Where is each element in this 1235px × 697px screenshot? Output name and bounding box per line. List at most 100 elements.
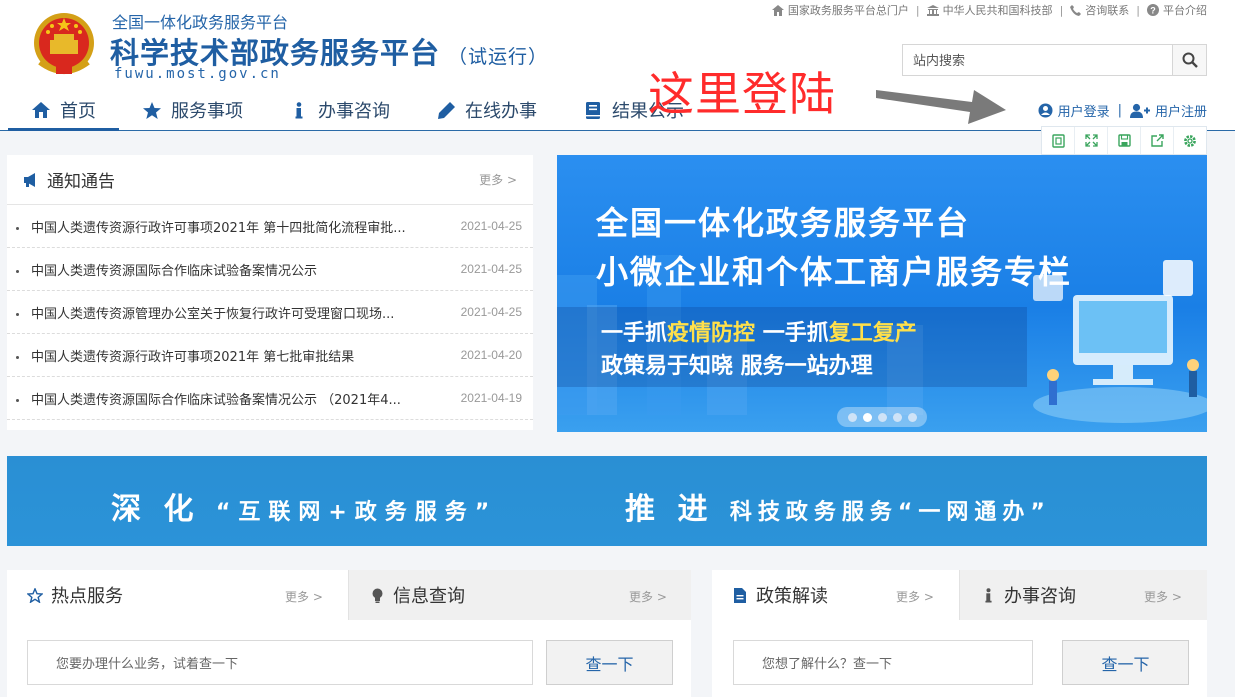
notice-item-title: 中国人类遗传资源行政许可事项2021年 第十四批简化流程审批... [31,220,406,236]
accessibility-toolbar [1041,126,1207,155]
user-links: 用户登录 | 用户注册 [1038,101,1207,120]
notice-item-date: 2021-04-25 [460,305,522,319]
phone-icon [1070,4,1082,16]
site-search-input[interactable] [903,45,1172,75]
banner-line3-d: 复工复产 [828,321,917,346]
bullet [16,227,19,230]
banner-line2: 小微企业和个体工商户服务专栏 [596,253,1073,291]
reader-button[interactable] [1042,127,1075,154]
top-links: 国家政务服务平台总门户 | 中华人民共和国科技部 | 咨询联系 | ? 平台介绍 [771,2,1207,18]
nav-item-home[interactable]: 首页 [8,92,119,131]
nav-item-consult-label: 办事咨询 [318,101,390,122]
book-icon [583,101,603,119]
notice-item[interactable]: 中国人类遗传资源行政许可事项2021年 第七批审批结果 2021-04-20 [7,334,533,377]
document-icon [732,587,748,603]
bullet [16,270,19,273]
hot-services-search: 您要办理什么业务，试着查一下 查一下 [27,640,673,685]
star-icon [142,101,162,119]
carousel-indicators [837,407,927,427]
notice-item-title: 中国人类遗传资源国际合作临床试验备案情况公示 [31,263,318,279]
carousel-dot[interactable] [907,412,917,422]
tab-policy-label: 政策解读 [756,586,828,607]
share-button[interactable] [1141,127,1174,154]
tab-consult[interactable]: 办事咨询 更多 > [959,570,1207,620]
user-plus-icon [1129,103,1150,118]
notice-item-title: 中国人类遗传资源国际合作临床试验备案情况公示 （2021年4... [31,392,401,408]
bank-icon [926,4,939,16]
tab-info-query-label: 信息查询 [393,586,465,607]
notice-item[interactable]: 中国人类遗传资源国际合作临床试验备案情况公示 2021-04-25 [7,248,533,291]
bullet [16,399,19,402]
share-icon [1150,134,1164,147]
annotation-login-here: 这里登陆 [648,67,836,121]
trial-label: （试运行） [448,46,549,68]
notice-panel: 通知通告 更多 > 中国人类遗传资源行政许可事项2021年 第十四批简化流程审批… [7,155,533,430]
save-icon [1117,134,1131,147]
info-query-more-link[interactable]: 更多 > [629,588,667,605]
separator: | [1059,3,1064,17]
notice-item-title: 中国人类遗传资源行政许可事项2021年 第七批审批结果 [31,349,355,365]
hot-services-search-input[interactable]: 您要办理什么业务，试着查一下 [27,640,533,685]
register-link[interactable]: 用户注册 [1129,101,1207,120]
hot-services-search-button[interactable]: 查一下 [546,640,673,685]
policy-search: 您想了解什么？查一下 查一下 [733,640,1189,685]
toplink-gov-portal[interactable]: 国家政务服务平台总门户 [771,2,909,18]
slogan-part2-small: 科技政务服务“一网通办” [729,500,1051,525]
bullet [16,356,19,359]
megaphone-icon [24,172,35,187]
login-link-label: 用户登录 [1057,105,1110,120]
fullscreen-button[interactable] [1075,127,1108,154]
tab-info-query[interactable]: 信息查询 更多 > [348,570,691,620]
toplink-most-label: 中华人民共和国科技部 [942,4,1053,17]
notice-more-link[interactable]: 更多 > [479,171,517,188]
carousel-dot[interactable] [877,412,887,422]
carousel-dot[interactable] [892,412,902,422]
policy-more-link[interactable]: 更多 > [896,588,934,605]
save-button[interactable] [1108,127,1141,154]
info-icon [289,101,309,119]
user-circle-icon [1038,103,1053,118]
notice-item-title: 中国人类遗传资源管理办公室关于恢复行政许可受理窗口现场... [31,306,395,322]
separator: | [1136,3,1140,17]
tab-policy[interactable]: 政策解读 更多 > [712,570,959,620]
national-emblem-logo[interactable] [30,10,98,80]
hot-services-more-link[interactable]: 更多 > [285,588,323,605]
settings-button[interactable] [1174,127,1206,154]
nav-item-services[interactable]: 服务事项 [119,92,266,128]
register-link-label: 用户注册 [1154,105,1207,120]
toplink-most[interactable]: 中华人民共和国科技部 [926,2,1053,18]
notice-item[interactable]: 中国人类遗传资源行政许可事项2021年 第十四批简化流程审批... 2021-04… [7,205,533,248]
policy-search-input[interactable]: 您想了解什么？查一下 [733,640,1033,685]
notice-panel-title: 通知通告 [47,172,115,192]
nav-item-online[interactable]: 在线办事 [413,92,560,128]
carousel-dot-active[interactable] [862,412,872,422]
policy-tabs: 政策解读 更多 > 办事咨询 更多 > [712,570,1207,620]
nav-item-consult[interactable]: 办事咨询 [266,92,413,128]
tab-hot-services[interactable]: 热点服务 更多 > [7,570,348,620]
notice-item-date: 2021-04-25 [460,219,522,233]
settings-icon [1184,134,1196,147]
banner-line4: 政策易于知晓 服务一站办理 [601,354,873,379]
search-button[interactable] [1172,45,1206,75]
tab-consult-label: 办事咨询 [1004,586,1076,607]
banner-line3-c: 一手抓 [755,321,829,346]
notice-item-date: 2021-04-25 [460,262,522,276]
toplink-about[interactable]: ? 平台介绍 [1147,2,1207,18]
site-header: 全国一体化政务服务平台 科学技术部政务服务平台 （试运行） fuwu.most.g… [0,0,1235,131]
banner-line3-a: 一手抓 [601,321,668,346]
service-illustration [1033,260,1207,423]
banner-line3: 一手抓疫情防控 一手抓复工复产 [601,315,917,347]
notice-item[interactable]: 中国人类遗传资源管理办公室关于恢复行政许可受理窗口现场... 2021-04-25 [7,291,533,334]
toplink-contact[interactable]: 咨询联系 [1070,2,1129,18]
notice-item-date: 2021-04-19 [460,391,522,405]
toplink-gov-portal-label: 国家政务服务平台总门户 [787,4,909,17]
login-link[interactable]: 用户登录 [1038,101,1110,120]
carousel-dot[interactable] [847,412,857,422]
notice-item[interactable]: 中国人类遗传资源国际合作临床试验备案情况公示 （2021年4... 2021-04… [7,377,533,420]
policy-search-button[interactable]: 查一下 [1062,640,1189,685]
notice-panel-header: 通知通告 更多 > [7,155,533,205]
banner-line1: 全国一体化政务服务平台 [596,204,971,242]
consult-more-link[interactable]: 更多 > [1144,588,1182,605]
banner-carousel[interactable]: 全国一体化政务服务平台 小微企业和个体工商户服务专栏 一手抓疫情防控 一手抓复工… [557,155,1207,432]
main-nav: 首页 服务事项 办事咨询 在线办事 结果公示 [8,92,707,131]
